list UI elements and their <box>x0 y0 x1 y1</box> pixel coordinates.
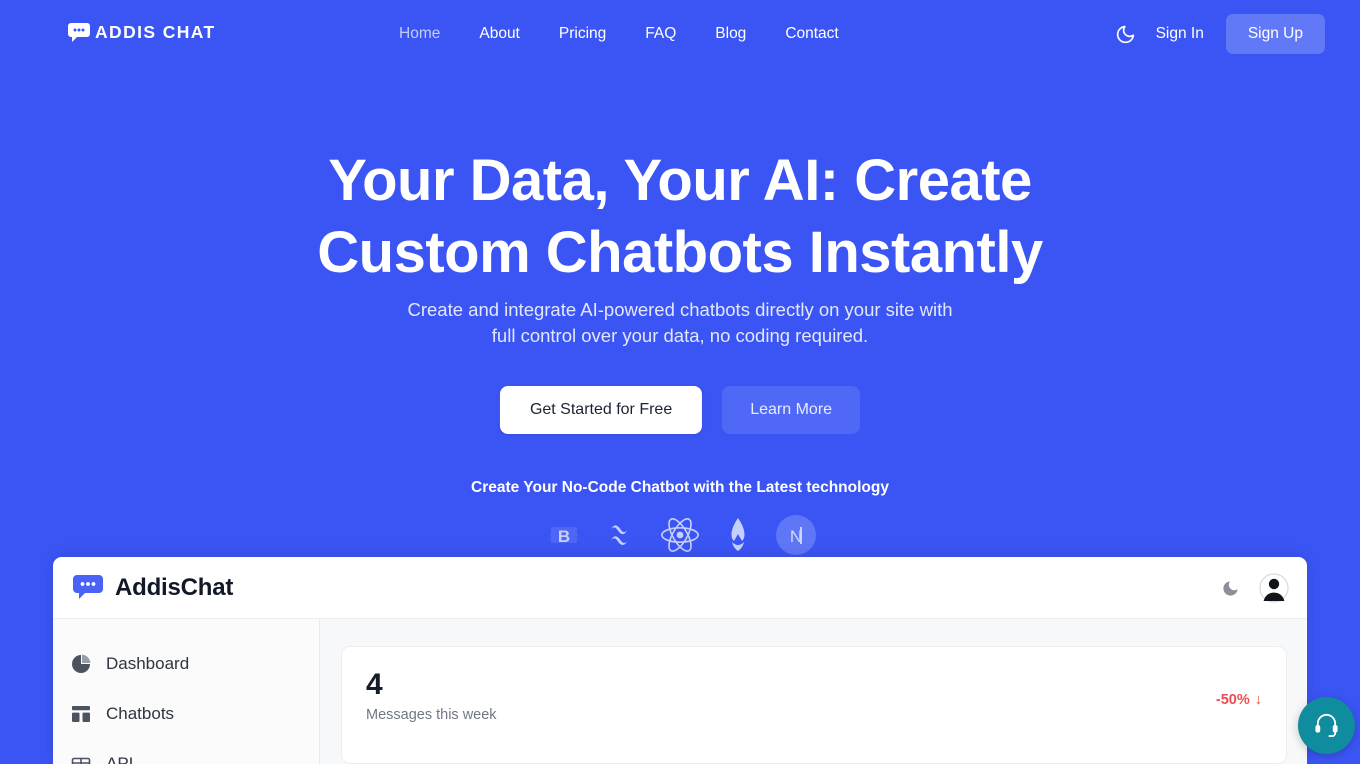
svg-text:B: B <box>558 527 570 546</box>
page-title: Your Data, Your AI: Create Custom Chatbo… <box>0 152 1360 282</box>
nav-link-contact[interactable]: Contact <box>785 25 838 43</box>
chat-bubble-icon <box>68 23 90 42</box>
stat-card-messages: 4 Messages this week -50% ↓ <box>341 646 1287 764</box>
nav-link-faq[interactable]: FAQ <box>645 25 676 43</box>
moon-icon[interactable] <box>1219 577 1241 599</box>
hero-subtitle-line2: full control over your data, no coding r… <box>491 325 869 347</box>
dashboard-brand-text: AddisChat <box>115 573 234 601</box>
support-chat-button[interactable] <box>1298 697 1355 754</box>
site-logo[interactable]: ADDIS CHAT <box>68 22 216 43</box>
arrow-down-icon: ↓ <box>1254 692 1262 708</box>
nav-link-about[interactable]: About <box>479 25 520 43</box>
stat-trend-value: -50% <box>1215 692 1250 708</box>
tech-stack-label: Create Your No-Code Chatbot with the Lat… <box>471 479 889 496</box>
sidebar-item-label: Chatbots <box>106 704 175 723</box>
sidebar-item-label: API <box>106 754 134 764</box>
hero-cta-row: Get Started for Free Learn More <box>499 386 861 434</box>
moon-icon[interactable] <box>1109 17 1143 51</box>
status-badge: -50% ↓ <box>1216 692 1262 708</box>
dashboard-sidebar: Dashboard Chatbots API <box>53 619 320 764</box>
sign-in-link[interactable]: Sign In <box>1156 25 1204 43</box>
bootstrap-icon: B <box>543 514 585 556</box>
hero-title-line2: Custom Chatbots Instantly <box>317 220 1043 285</box>
top-navbar: ADDIS CHAT Home About Pricing FAQ Blog C… <box>0 0 1360 71</box>
stat-label: Messages this week <box>366 706 497 723</box>
dashboard-header-actions <box>1219 557 1289 619</box>
nav-right-actions: Sign In Sign Up <box>1109 14 1325 54</box>
user-avatar-icon[interactable] <box>1259 573 1289 603</box>
hero-subtitle-line1: Create and integrate AI-powered chatbots… <box>407 299 953 320</box>
nav-link-pricing[interactable]: Pricing <box>559 25 606 43</box>
sidebar-item-dashboard[interactable]: Dashboard <box>53 639 319 689</box>
dashboard-header: AddisChat <box>53 557 1307 619</box>
landing-page: ADDIS CHAT Home About Pricing FAQ Blog C… <box>0 0 1360 764</box>
site-logo-text: ADDIS CHAT <box>95 22 216 42</box>
headset-icon <box>1313 710 1340 742</box>
dashboard-main-content: 4 Messages this week -50% ↓ <box>320 619 1307 764</box>
tech-logo-row: B N <box>543 514 817 556</box>
pie-chart-icon <box>70 654 91 675</box>
react-icon <box>659 514 701 556</box>
nav-link-home[interactable]: Home <box>399 25 440 43</box>
dashboard-body: Dashboard Chatbots API 4 Messages this w… <box>53 619 1307 764</box>
stat-value: 4 <box>366 668 383 701</box>
hero-title-line1: Your Data, Your AI: Create <box>328 148 1032 213</box>
nav-links: Home About Pricing FAQ Blog Contact <box>399 25 839 43</box>
nav-link-blog[interactable]: Blog <box>715 25 746 43</box>
sidebar-item-label: Dashboard <box>106 654 190 673</box>
hero-subtitle: Create and integrate AI-powered chatbots… <box>370 297 990 350</box>
sign-up-button[interactable]: Sign Up <box>1225 14 1325 54</box>
dashboard-brand[interactable]: AddisChat <box>73 574 233 602</box>
astro-icon <box>717 514 759 556</box>
chat-bubble-icon <box>73 574 103 601</box>
layout-grid-icon <box>70 704 91 725</box>
nextjs-icon: N <box>775 514 817 556</box>
dashboard-preview-panel: AddisChat Dashboard Chatbots API 4 Messa… <box>53 557 1307 764</box>
sidebar-item-chatbots[interactable]: Chatbots <box>53 689 319 739</box>
tailwind-icon <box>601 514 643 556</box>
get-started-button[interactable]: Get Started for Free <box>499 386 703 434</box>
learn-more-button[interactable]: Learn More <box>722 386 861 434</box>
table-icon <box>70 754 91 764</box>
sidebar-item-api[interactable]: API <box>53 739 319 764</box>
